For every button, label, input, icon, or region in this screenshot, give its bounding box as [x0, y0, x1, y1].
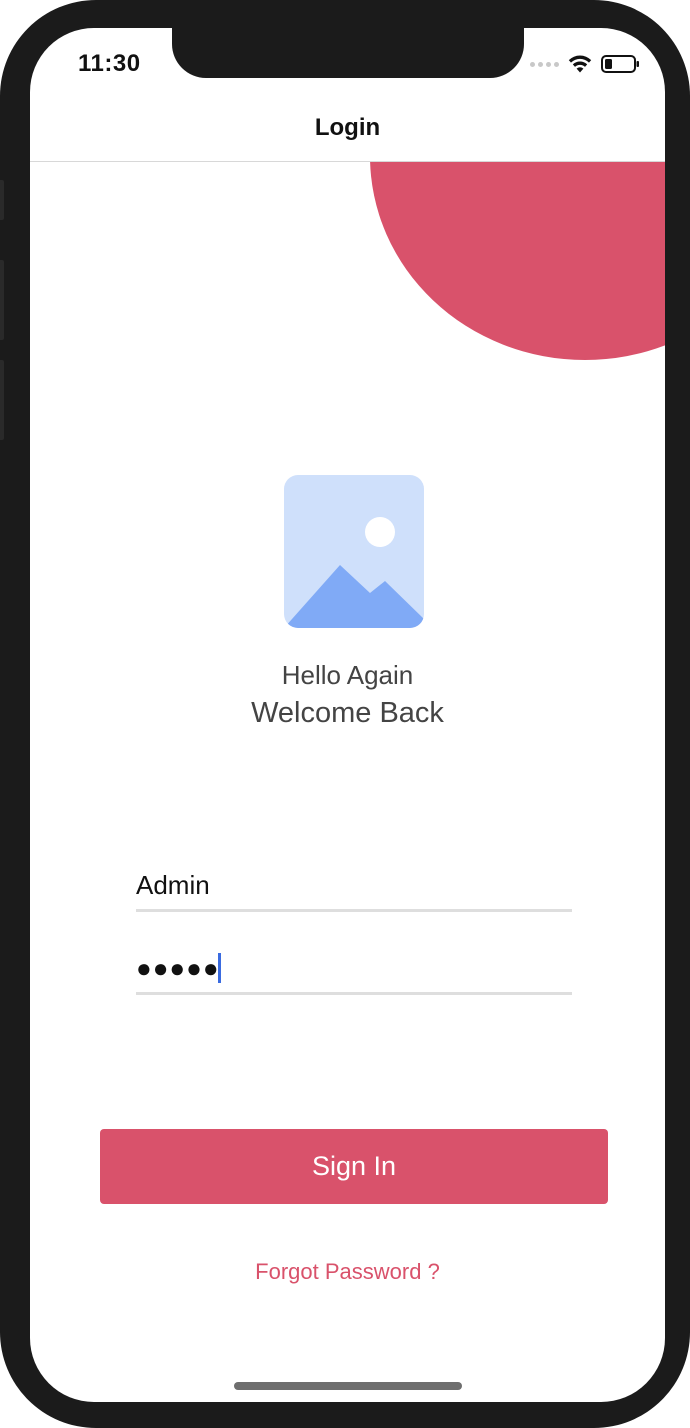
username-field[interactable]: [136, 866, 572, 912]
volume-down-button: [0, 360, 4, 440]
sign-in-button[interactable]: Sign In: [100, 1129, 608, 1204]
forgot-password-link[interactable]: Forgot Password ?: [30, 1259, 665, 1285]
greeting-line-2: Welcome Back: [251, 697, 444, 729]
wifi-icon: [568, 55, 592, 73]
accent-decoration: [370, 162, 665, 360]
status-time: 11:30: [78, 50, 141, 77]
phone-frame: 11:30 Login Hello Again Welcome Back Adm…: [0, 0, 690, 1428]
status-icons: [530, 52, 641, 76]
home-indicator[interactable]: [234, 1382, 462, 1390]
password-field[interactable]: [136, 949, 572, 995]
battery-icon: [601, 55, 639, 73]
login-content: Hello Again Welcome Back Sign In Forgot …: [30, 162, 665, 1402]
text-caret: [218, 953, 221, 983]
navigation-bar: Login: [30, 98, 665, 162]
notch: [172, 28, 524, 78]
signal-dots-icon: [530, 61, 559, 67]
volume-up-button: [0, 260, 4, 340]
nav-title: Login: [314, 114, 381, 141]
greeting-line-1: Hello Again: [281, 660, 414, 690]
screen: 11:30 Login Hello Again Welcome Back Adm…: [30, 28, 665, 1402]
image-placeholder-icon: [284, 475, 424, 628]
mute-switch: [0, 180, 4, 220]
